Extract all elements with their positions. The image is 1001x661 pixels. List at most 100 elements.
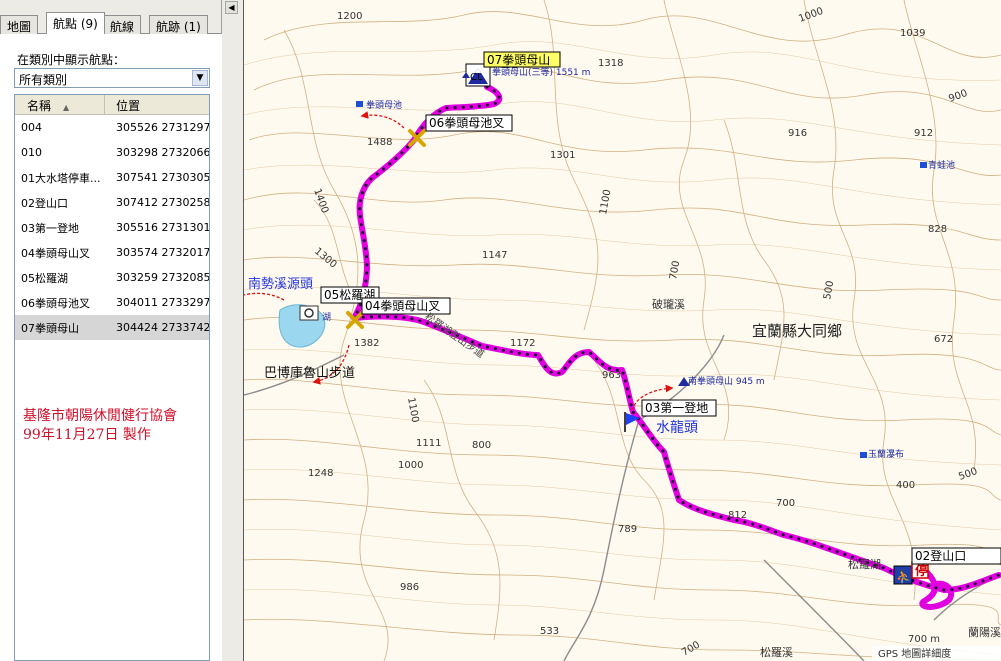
waypoint-label-trailhead: 02登山口: [911, 547, 1001, 565]
songluo-stream-label: 松羅溪: [760, 645, 793, 659]
waypoint-name: 07拳頭母山: [21, 321, 79, 335]
waypoint-name: 04拳頭母山叉: [21, 246, 90, 260]
elevation-label: 986: [400, 582, 419, 593]
elevation-label: 1111: [416, 438, 441, 449]
south-peak-label: 南拳頭母山 945 m: [688, 375, 765, 387]
arrow-to-pond: [360, 111, 405, 129]
list-item[interactable]: 004 305526 2731297: [15, 115, 209, 140]
list-item[interactable]: 03第一登地 305516 2731301: [15, 215, 209, 240]
arrow-to-source: [244, 292, 285, 301]
panel-splitter[interactable]: ◀: [222, 0, 245, 661]
waypoint-position: 305526 2731297: [116, 121, 210, 134]
category-select-value: 所有類別: [19, 73, 68, 87]
trailhead-icon[interactable]: ⛹: [893, 565, 913, 585]
svg-text:06拳頭母池叉: 06拳頭母池叉: [429, 115, 504, 130]
waypoint-name: 01大水塔停車...: [21, 171, 101, 185]
waypoint-name: 02登山口: [21, 196, 68, 210]
elevation-label: 500: [822, 280, 836, 301]
cl-label: CL: [470, 72, 483, 83]
waypoint-position: 303298 2732066: [116, 146, 210, 159]
list-item[interactable]: 05松羅湖 303259 2732085: [15, 265, 209, 290]
waypoint-position: 303574 2732017: [116, 246, 210, 259]
waterfall-label: 玉蘭瀑布: [868, 448, 904, 460]
scale-label: 700 m: [908, 634, 940, 645]
parking-icon[interactable]: 停: [911, 561, 929, 579]
elevation-label: 1039: [900, 28, 925, 39]
waypoint-name: 004: [21, 121, 42, 134]
waypoint-label-peak-junction: 04拳頭母山叉: [361, 297, 451, 315]
category-filter-label: 在類別中顯示航點：: [17, 53, 126, 67]
ridge-label: 破瓏溪: [652, 297, 685, 311]
waypoint-name: 05松羅湖: [21, 271, 68, 285]
topo-map[interactable]: ⛹ 停 07拳頭母山 06拳頭母池叉 05松羅湖 04拳頭母山叉 03第一登地 …: [244, 0, 1001, 661]
lanyang-label: 蘭陽溪: [968, 626, 1001, 639]
svg-text:03第一登地: 03第一登地: [645, 400, 708, 415]
waypoint-panel: 地圖 航點 (9) 航線 航跡 (1) 在類別中顯示航點： 所有類別 ▼ 名稱 ▲…: [0, 0, 222, 661]
elevation-label: 1488: [367, 137, 392, 148]
tab-tracks[interactable]: 航跡 (1): [149, 15, 208, 34]
waypoint-position: 307541 2730305: [116, 171, 210, 184]
elevation-label: 1172: [510, 338, 535, 349]
list-item-selected[interactable]: 07拳頭母山 304424 2733742: [15, 315, 209, 340]
column-header-position[interactable]: 位置: [105, 95, 209, 114]
collapse-panel-icon[interactable]: ◀: [225, 1, 238, 14]
waypoint-name: 03第一登地: [21, 221, 79, 235]
elevation-label: 912: [914, 128, 933, 139]
waypoint-position: 307412 2730258: [116, 196, 210, 209]
credit-annotation: 基隆市朝陽休閒健行協會 99年11月27日 製作: [23, 407, 177, 445]
waterfall-marker: [860, 452, 867, 458]
elevation-label: 700: [668, 260, 682, 281]
township-label: 宜蘭縣大同鄉: [752, 322, 842, 340]
column-header-name[interactable]: 名稱 ▲: [15, 95, 106, 114]
tab-routes[interactable]: 航線: [103, 15, 142, 34]
elevation-label: 1100: [598, 189, 613, 216]
elevation-label: 1147: [482, 250, 507, 261]
list-item[interactable]: 01大水塔停車... 307541 2730305: [15, 165, 209, 190]
pond-marker: [356, 101, 363, 107]
elevation-label: 1000: [797, 6, 825, 25]
contour-lines: [244, 0, 1001, 661]
elevation-label: 828: [928, 224, 947, 235]
panel-body: 在類別中顯示航點： 所有類別 ▼ 名稱 ▲ 位置 004 305526 27312…: [0, 34, 222, 661]
trail-label: 松羅湖登山步道: [422, 310, 487, 361]
elevation-label: 916: [788, 128, 807, 139]
elevation-label: 963: [602, 370, 621, 381]
elevation-label: 812: [728, 510, 747, 521]
svg-text:⛹: ⛹: [896, 569, 911, 584]
list-item[interactable]: 06拳頭母池叉 304011 2733297: [15, 290, 209, 315]
tab-waypoints[interactable]: 航點 (9): [46, 12, 105, 34]
list-item[interactable]: 02登山口 307412 2730258: [15, 190, 209, 215]
elevation-label: 400: [896, 480, 915, 491]
credit-line-1: 基隆市朝陽休閒健行協會: [23, 408, 177, 424]
elevation-label: 1301: [550, 150, 575, 161]
svg-text:02登山口: 02登山口: [915, 548, 966, 563]
elevation-label: 1400: [311, 187, 330, 215]
roads: [244, 334, 1001, 661]
old-trail-label: 巴博庫魯山步道: [264, 366, 355, 381]
elevation-label: 1000: [398, 460, 423, 471]
elevation-label: 1200: [337, 11, 362, 22]
sort-ascending-icon: ▲: [63, 103, 70, 112]
elevation-label: 1248: [308, 468, 333, 479]
category-select[interactable]: 所有類別 ▼: [14, 68, 210, 88]
camera-icon[interactable]: [299, 305, 319, 321]
source-label: 南勢溪源頭: [248, 276, 313, 292]
shuilongtou-label: 水龍頭: [656, 419, 698, 436]
elevation-label: 800: [472, 440, 491, 451]
map-detail-label: GPS 地圖詳細度: [878, 647, 951, 660]
map-canvas[interactable]: ⛹ 停 07拳頭母山 06拳頭母池叉 05松羅湖 04拳頭母山叉 03第一登地 …: [244, 0, 1001, 661]
waypoint-position: 305516 2731301: [116, 221, 210, 234]
chevron-down-icon[interactable]: ▼: [192, 70, 208, 86]
tab-map[interactable]: 地圖: [0, 15, 39, 34]
waypoint-position: 304424 2733742: [116, 321, 210, 334]
elevation-label: 789: [618, 524, 637, 535]
list-item[interactable]: 04拳頭母山叉 303574 2732017: [15, 240, 209, 265]
list-item[interactable]: 010 303298 2732066: [15, 140, 209, 165]
waypoint-list: 名稱 ▲ 位置 004 305526 2731297 010 303298 273…: [14, 94, 210, 661]
elevation-label: 672: [934, 334, 953, 345]
column-header-position-label: 位置: [116, 99, 141, 113]
lake-small-label: 湖: [322, 312, 331, 323]
elevation-label: 500: [957, 466, 979, 483]
panel-tabs: 地圖 航點 (9) 航線 航跡 (1): [0, 12, 222, 34]
credit-line-2: 99年11月27日 製作: [23, 427, 151, 443]
